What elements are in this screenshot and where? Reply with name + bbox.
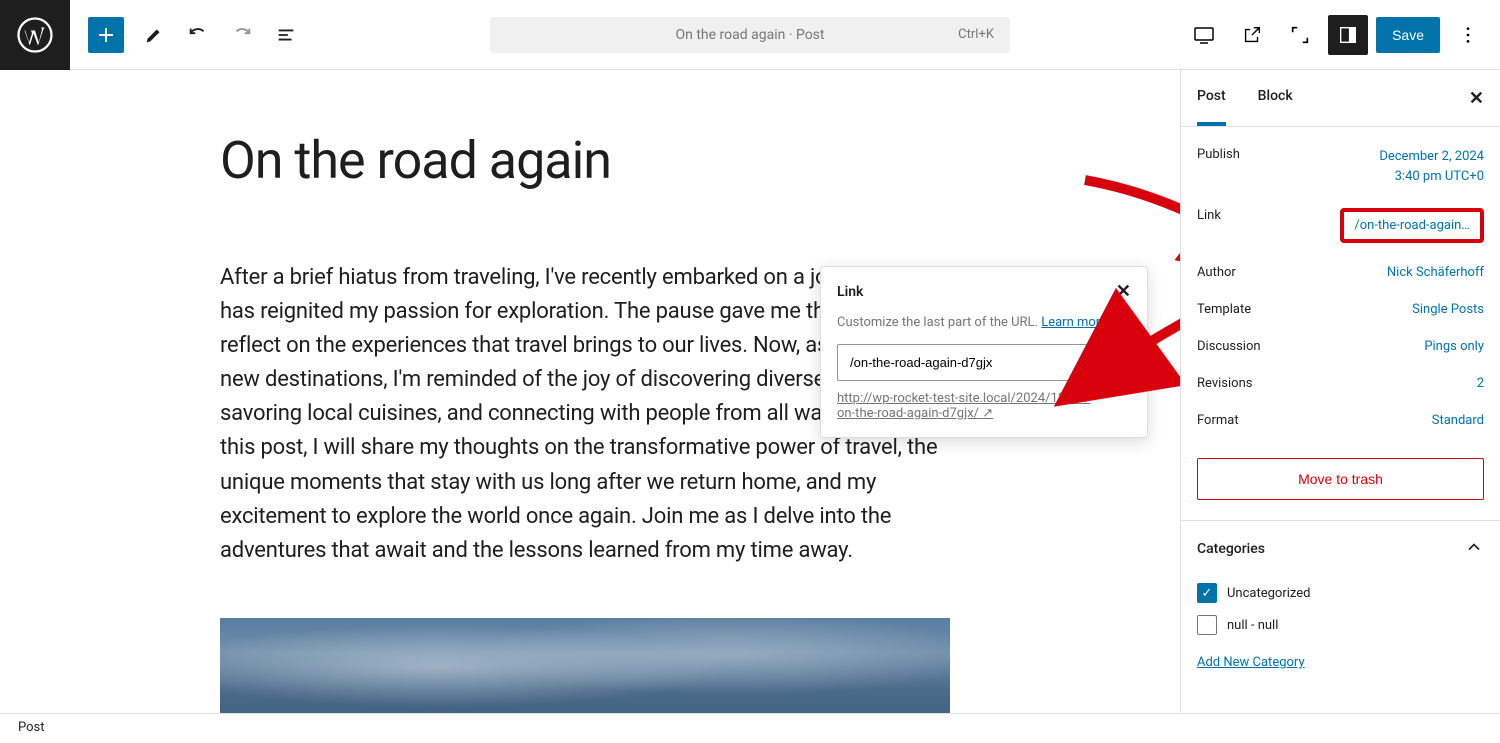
- close-sidebar-icon[interactable]: ✕: [1469, 88, 1484, 109]
- footer-breadcrumb: Post: [0, 713, 1500, 743]
- publish-row[interactable]: Publish December 2, 20243:40 pm UTC+0: [1197, 147, 1484, 186]
- save-button[interactable]: Save: [1376, 17, 1440, 53]
- discussion-row[interactable]: Discussion Pings only: [1197, 339, 1484, 354]
- slug-input[interactable]: [837, 344, 1131, 381]
- link-popover: Link ✕ Customize the last part of the UR…: [820, 266, 1148, 438]
- link-popover-description: Customize the last part of the URL. Lear…: [837, 315, 1131, 330]
- settings-sidebar-toggle[interactable]: [1328, 15, 1368, 55]
- categories-panel-header[interactable]: Categories: [1181, 520, 1500, 577]
- fullscreen-icon[interactable]: [1280, 15, 1320, 55]
- link-popover-title: Link: [837, 284, 863, 300]
- copy-icon[interactable]: [1097, 347, 1125, 378]
- document-title-text: On the road again · Post: [676, 27, 825, 43]
- author-row[interactable]: Author Nick Schäferhoff: [1197, 265, 1484, 280]
- tab-post[interactable]: Post: [1197, 70, 1226, 126]
- close-icon[interactable]: ✕: [1116, 283, 1131, 301]
- move-to-trash-button[interactable]: Move to trash: [1197, 458, 1484, 500]
- redo-button[interactable]: [224, 17, 260, 53]
- view-desktop-icon[interactable]: [1184, 15, 1224, 55]
- permalink-preview[interactable]: http://wp-rocket-test-site.local/2024/12…: [837, 391, 1090, 421]
- checkbox-checked-icon[interactable]: ✓: [1197, 583, 1217, 603]
- chevron-up-icon: [1464, 537, 1484, 561]
- top-toolbar: On the road again · Post Ctrl+K Save: [0, 0, 1500, 70]
- edit-icon[interactable]: [136, 17, 172, 53]
- editor-canvas[interactable]: On the road again After a brief hiatus f…: [0, 70, 1180, 713]
- sidebar-tabs: Post Block ✕: [1181, 70, 1500, 127]
- document-overview-button[interactable]: [268, 17, 304, 53]
- document-title-bar[interactable]: On the road again · Post Ctrl+K: [490, 17, 1010, 53]
- checkbox-unchecked-icon[interactable]: [1197, 615, 1217, 635]
- undo-button[interactable]: [180, 17, 216, 53]
- format-row[interactable]: Format Standard: [1197, 413, 1484, 428]
- shortcut-hint: Ctrl+K: [958, 27, 994, 42]
- category-item-null[interactable]: null - null: [1181, 609, 1500, 641]
- link-value-highlight: /on-the-road-again…: [1340, 208, 1484, 243]
- wordpress-logo[interactable]: [0, 0, 70, 70]
- post-title[interactable]: On the road again: [220, 130, 960, 191]
- post-featured-image[interactable]: [220, 618, 950, 713]
- template-row[interactable]: Template Single Posts: [1197, 302, 1484, 317]
- external-link-icon[interactable]: [1232, 15, 1272, 55]
- tab-block[interactable]: Block: [1258, 70, 1293, 126]
- category-item-uncategorized[interactable]: ✓ Uncategorized: [1181, 577, 1500, 609]
- add-new-category-link[interactable]: Add New Category: [1181, 641, 1500, 684]
- link-row[interactable]: Link /on-the-road-again…: [1197, 208, 1484, 243]
- options-menu-icon[interactable]: [1448, 15, 1488, 55]
- settings-sidebar: Post Block ✕ Publish December 2, 20243:4…: [1180, 70, 1500, 713]
- revisions-row[interactable]: Revisions 2: [1197, 376, 1484, 391]
- add-block-button[interactable]: [88, 17, 124, 53]
- learn-more-link[interactable]: Learn more. ↗: [1041, 315, 1124, 330]
